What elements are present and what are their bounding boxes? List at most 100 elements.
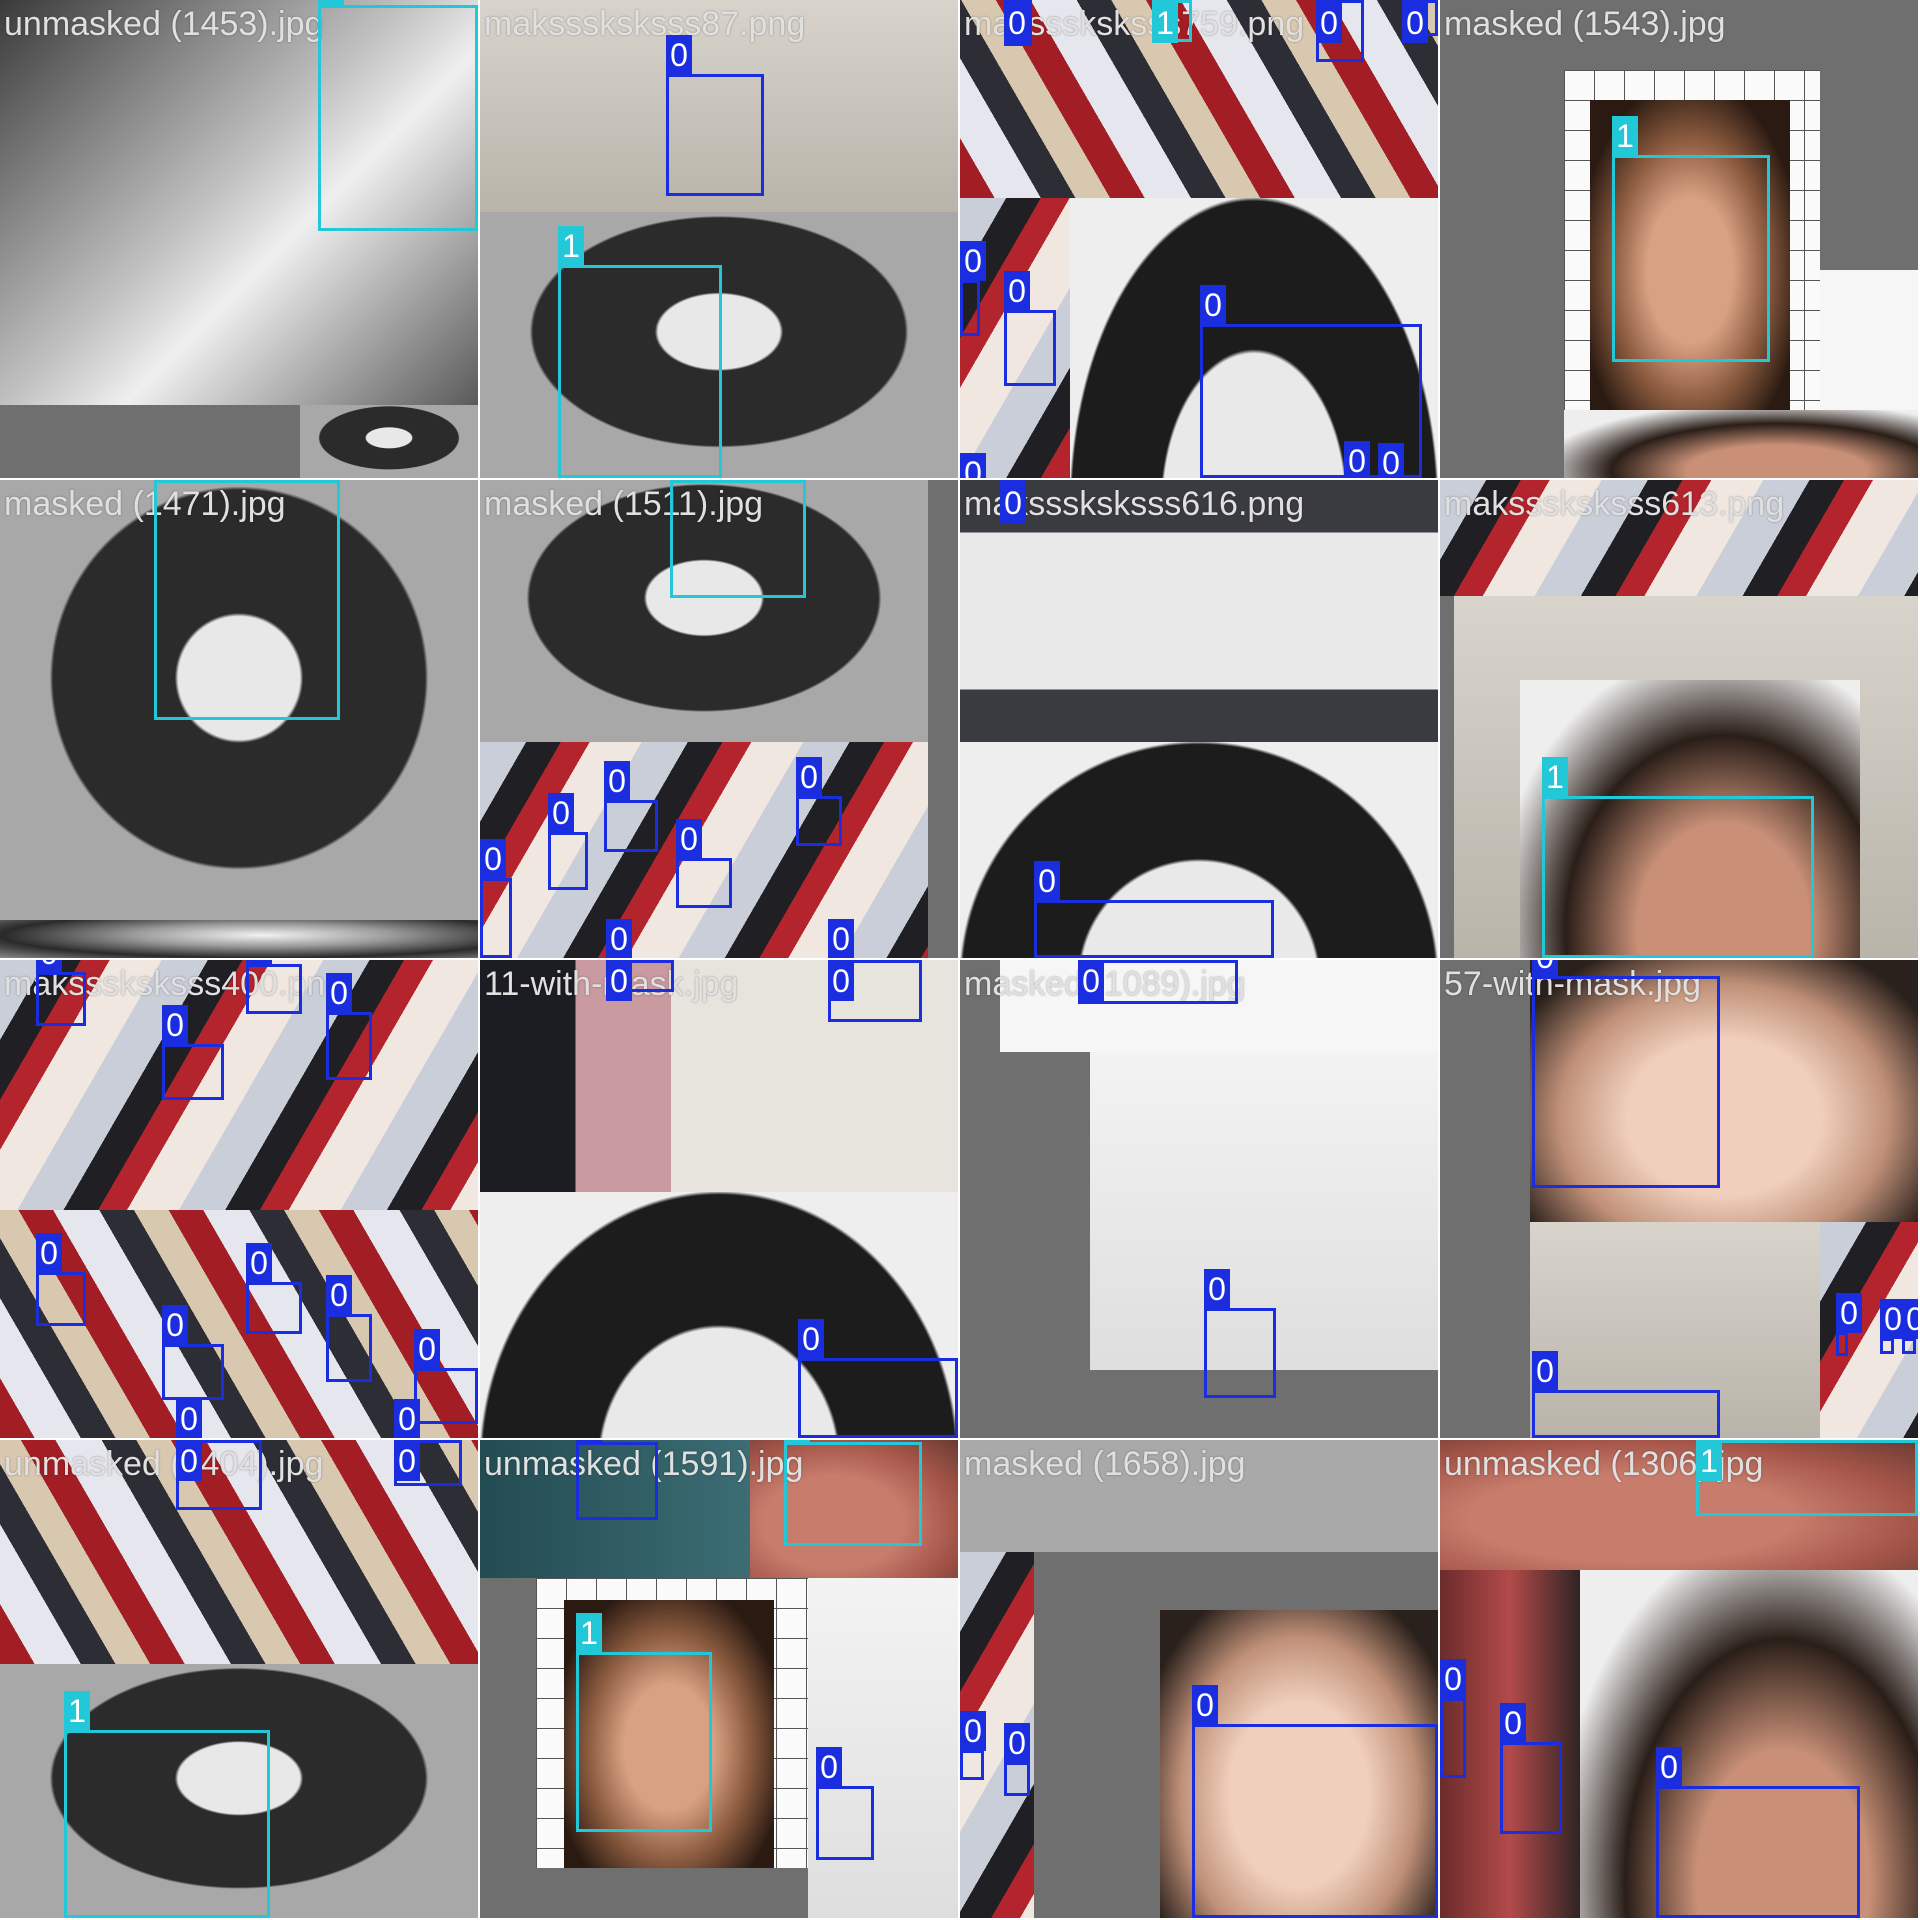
class-label: 0 (162, 1305, 188, 1345)
class-label: 0 (1532, 960, 1558, 977)
class-label: 0 (1316, 3, 1342, 43)
class-label: 1 (558, 226, 584, 266)
class-label: 0 (176, 1399, 202, 1438)
class-label: 0 (414, 1329, 440, 1369)
class-label: 0 (326, 1275, 352, 1315)
bbox-without-mask: 1 (1542, 757, 1814, 958)
bbox-with-mask: 0 (1034, 861, 1274, 958)
class-label: 0 (1204, 1269, 1230, 1309)
bbox-with-mask: 0 (1204, 1269, 1276, 1398)
bbox-with-mask: 0 (1004, 0, 1032, 46)
bbox-with-mask: 0 (1880, 1299, 1906, 1354)
bbox-with-mask: 0 (176, 1440, 262, 1510)
bbox-with-mask: 0 (576, 1440, 658, 1520)
bbox-with-mask: 0 (828, 960, 922, 1022)
bbox-without-mask: 1 (558, 226, 722, 478)
class-label: 0 (676, 819, 702, 859)
image-filename: maksssksksss87.png (484, 5, 806, 43)
bbox-without-mask: 1 (784, 1440, 922, 1546)
class-label: 1 (154, 480, 180, 481)
mosaic-tile: unmasked (1306).jpg 1 0 0 0 (1440, 1440, 1918, 1918)
class-label: 0 (1004, 3, 1030, 43)
class-label: 0 (606, 961, 632, 1001)
class-label: 0 (798, 1319, 824, 1359)
bbox-with-mask: 0 (1402, 0, 1438, 43)
bbox-with-mask: 0 (480, 839, 512, 958)
bbox-with-mask: 0 (1836, 1293, 1862, 1356)
detection-mosaic: unmasked (1453).jpg 1 maksssksksss87.png… (0, 0, 1920, 1920)
bbox-with-mask: 0 (246, 960, 302, 1014)
bbox-with-mask: 0 (676, 819, 732, 908)
mosaic-tile: masked (1089).jpg 0 0 (960, 960, 1438, 1438)
class-label: 0 (576, 1440, 602, 1443)
class-label: 0 (246, 1243, 272, 1283)
class-label: 1 (784, 1440, 810, 1443)
bbox-with-mask: 0 (1004, 271, 1056, 386)
class-label: 0 (1000, 483, 1026, 523)
bbox-without-mask: 1 (64, 1691, 270, 1918)
class-label: 0 (1836, 1293, 1862, 1333)
bbox-without-mask: 1 (670, 480, 806, 598)
bbox-with-mask: 0 (1192, 1685, 1438, 1918)
mosaic-tile: maksssksksss400.png 0 0 0 0 0 0 0 0 0 0 … (0, 960, 478, 1438)
bbox-without-mask: 1 (1612, 116, 1770, 362)
class-label: 0 (246, 960, 272, 965)
class-label: 1 (64, 1691, 90, 1731)
mosaic-tile: unmasked (1404).jpg 0 0 1 (0, 1440, 478, 1918)
photo-grayscale-woman (300, 405, 478, 478)
class-label: 0 (394, 1399, 420, 1438)
class-label: 0 (1004, 271, 1030, 311)
class-label: 1 (1612, 116, 1638, 156)
bbox-with-mask: 0 (1316, 0, 1364, 62)
photo-background (1820, 270, 1918, 410)
class-label: 0 (828, 961, 854, 1001)
class-label: 0 (1034, 861, 1060, 901)
bbox-with-mask: 0 (36, 960, 86, 1026)
bbox-with-mask: 0 (1902, 1299, 1918, 1354)
bbox-with-mask: 0 (326, 973, 372, 1080)
class-label: 0 (548, 793, 574, 833)
class-label: 0 (1200, 285, 1226, 325)
bbox-without-mask: 1 (154, 480, 340, 720)
class-label: 0 (1902, 1299, 1918, 1339)
class-label: 1 (576, 1613, 602, 1653)
bbox-without-mask: 1 (1696, 1440, 1918, 1516)
image-filename: masked (1658).jpg (964, 1445, 1246, 1483)
class-label: 0 (796, 757, 822, 797)
mosaic-tile: 57-with-mask.jpg 0 0 0 0 0 (1440, 960, 1918, 1438)
class-label: 0 (1402, 3, 1428, 43)
mosaic-tile: maksssksksss616.png 0 0 (960, 480, 1438, 958)
bbox-with-mask: 0 (162, 1005, 224, 1100)
mosaic-tile: masked (1471).jpg 1 (0, 480, 478, 958)
bbox-with-mask: 0 (326, 1275, 372, 1382)
bbox-with-mask: 0 (414, 1329, 478, 1424)
class-label: 0 (1192, 1685, 1218, 1725)
mosaic-tile: maksssksksss759.png 0 1 0 0 0 0 0 0 0 0 (960, 0, 1438, 478)
bbox-with-mask: 0 (1500, 1703, 1562, 1834)
class-label: 0 (1532, 1351, 1558, 1391)
bbox-with-mask: 0 (1440, 1659, 1466, 1778)
bbox-with-mask: 0 (796, 757, 842, 846)
bbox-with-mask: 0 (666, 35, 764, 196)
bbox-with-mask: 0 (960, 241, 986, 336)
class-label: 1 (1696, 1441, 1722, 1481)
bbox-with-mask: 0 (960, 1711, 986, 1780)
mosaic-tile: masked (1543).jpg 1 (1440, 0, 1918, 478)
class-label: 0 (1078, 961, 1104, 1001)
class-label: 0 (606, 919, 632, 958)
bbox-with-mask: 0 (548, 793, 588, 890)
class-label: 0 (828, 919, 854, 958)
class-label: 0 (1656, 1747, 1682, 1787)
mosaic-tile: unmasked (1591).jpg 0 1 1 0 (480, 1440, 958, 1918)
class-label: 0 (36, 960, 62, 973)
bbox-with-mask: 0 (1532, 1351, 1720, 1438)
bbox-without-mask: 1 (576, 1613, 712, 1832)
class-label: 0 (1378, 443, 1404, 478)
class-label: 0 (176, 1441, 202, 1481)
bbox-with-mask: 0 (798, 1319, 958, 1438)
class-label: 0 (960, 1711, 986, 1751)
bbox-with-mask: 0 (36, 1233, 86, 1326)
class-label: 0 (162, 1005, 188, 1045)
bbox-without-mask: 1 (1152, 0, 1192, 43)
class-label: 0 (1440, 1659, 1466, 1699)
